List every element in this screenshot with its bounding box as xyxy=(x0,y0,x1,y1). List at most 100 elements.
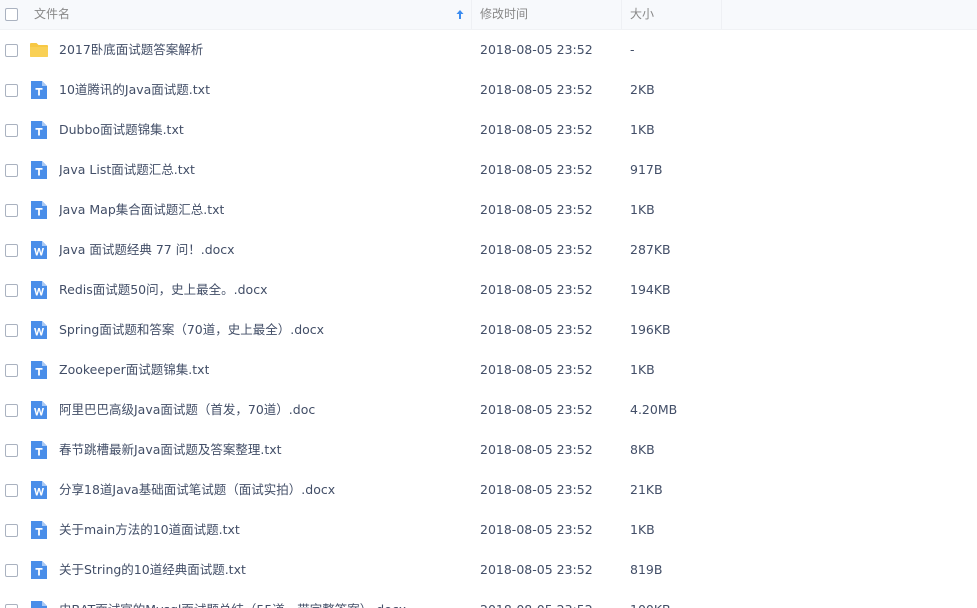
row-checkbox[interactable] xyxy=(5,244,18,257)
folder-icon xyxy=(29,40,49,60)
row-checkbox[interactable] xyxy=(5,204,18,217)
file-row[interactable]: Java List面试题汇总.txt 2018-08-05 23:52 917B xyxy=(0,150,977,190)
file-name-link[interactable]: 关于main方法的10道面试题.txt xyxy=(59,510,240,550)
word-file-icon xyxy=(29,320,49,340)
file-name-link[interactable]: 分享18道Java基础面试笔试题（面试实拍）.docx xyxy=(59,470,335,510)
file-row[interactable]: Java 面试题经典 77 问！.docx 2018-08-05 23:52 287… xyxy=(0,230,977,270)
list-header: 文件名 修改时间 大小 xyxy=(0,0,977,30)
file-size: 2KB xyxy=(630,82,655,97)
file-name-link[interactable]: 春节跳槽最新Java面试题及答案整理.txt xyxy=(59,430,282,470)
select-all-checkbox[interactable] xyxy=(5,8,18,21)
txt-file-icon xyxy=(29,560,49,580)
file-row[interactable]: Zookeeper面试题锦集.txt 2018-08-05 23:52 1KB xyxy=(0,350,977,390)
file-modified-time: 2018-08-05 23:52 xyxy=(480,442,593,457)
txt-file-icon xyxy=(29,440,49,460)
txt-file-icon xyxy=(29,160,49,180)
row-checkbox[interactable] xyxy=(5,84,18,97)
file-size: 1KB xyxy=(630,122,655,137)
file-size: 4.20MB xyxy=(630,402,678,417)
file-size: 100KB xyxy=(630,590,671,608)
txt-file-icon xyxy=(29,520,49,540)
file-row[interactable]: Java Map集合面试题汇总.txt 2018-08-05 23:52 1KB xyxy=(0,190,977,230)
row-checkbox[interactable] xyxy=(5,564,18,577)
file-row[interactable]: 关于String的10道经典面试题.txt 2018-08-05 23:52 819… xyxy=(0,550,977,590)
file-modified-time: 2018-08-05 23:52 xyxy=(480,202,593,217)
txt-file-icon xyxy=(29,360,49,380)
row-checkbox[interactable] xyxy=(5,164,18,177)
file-name-link[interactable]: 史BAT面试官的Mysql面试题总结（55道，带完整答案）.docx xyxy=(59,590,406,608)
txt-file-icon xyxy=(29,200,49,220)
file-row[interactable]: 春节跳槽最新Java面试题及答案整理.txt 2018-08-05 23:52 8K… xyxy=(0,430,977,470)
file-row[interactable]: 关于main方法的10道面试题.txt 2018-08-05 23:52 1KB xyxy=(0,510,977,550)
row-checkbox[interactable] xyxy=(5,404,18,417)
file-size: - xyxy=(630,42,635,57)
column-header-time-label: 修改时间 xyxy=(480,7,529,21)
sort-ascending-icon[interactable] xyxy=(455,9,465,20)
file-modified-time: 2018-08-05 23:52 xyxy=(480,42,593,57)
file-size: 8KB xyxy=(630,442,655,457)
file-size: 1KB xyxy=(630,362,655,377)
file-name-link[interactable]: 10道腾讯的Java面试题.txt xyxy=(59,70,210,110)
row-checkbox[interactable] xyxy=(5,284,18,297)
file-name-link[interactable]: Java List面试题汇总.txt xyxy=(59,150,195,190)
file-modified-time: 2018-08-05 23:52 xyxy=(480,162,593,177)
file-modified-time: 2018-08-05 23:52 xyxy=(480,362,593,377)
file-row[interactable]: 2017卧底面试题答案解析 2018-08-05 23:52 - xyxy=(0,30,977,70)
file-name-link[interactable]: Spring面试题和答案（70道，史上最全）.docx xyxy=(59,310,324,350)
file-rows: 2017卧底面试题答案解析 2018-08-05 23:52 - 10道腾讯的Java… xyxy=(0,30,977,608)
row-checkbox[interactable] xyxy=(5,124,18,137)
file-name-link[interactable]: Java 面试题经典 77 问！.docx xyxy=(59,230,235,270)
file-name-link[interactable]: 2017卧底面试题答案解析 xyxy=(59,30,203,70)
file-name-link[interactable]: 关于String的10道经典面试题.txt xyxy=(59,550,246,590)
file-modified-time: 2018-08-05 23:52 xyxy=(480,242,593,257)
file-row[interactable]: 史BAT面试官的Mysql面试题总结（55道，带完整答案）.docx 2018-0… xyxy=(0,590,977,608)
file-row[interactable]: Redis面试题50问，史上最全。.docx 2018-08-05 23:52 19… xyxy=(0,270,977,310)
row-checkbox[interactable] xyxy=(5,444,18,457)
file-size: 194KB xyxy=(630,282,671,297)
file-modified-time: 2018-08-05 23:52 xyxy=(480,590,593,608)
file-name-link[interactable]: Zookeeper面试题锦集.txt xyxy=(59,350,209,390)
word-file-icon xyxy=(29,280,49,300)
file-row[interactable]: Dubbo面试题锦集.txt 2018-08-05 23:52 1KB xyxy=(0,110,977,150)
file-list: 文件名 修改时间 大小 2017卧底面试题答案解析 2018-08-05 23:5… xyxy=(0,0,977,608)
file-row[interactable]: 阿里巴巴高级Java面试题（首发，70道）.doc 2018-08-05 23:5… xyxy=(0,390,977,430)
file-row[interactable]: Spring面试题和答案（70道，史上最全）.docx 2018-08-05 23… xyxy=(0,310,977,350)
column-header-name-label: 文件名 xyxy=(34,7,71,21)
file-modified-time: 2018-08-05 23:52 xyxy=(480,322,593,337)
file-row[interactable]: 分享18道Java基础面试笔试题（面试实拍）.docx 2018-08-05 23… xyxy=(0,470,977,510)
file-size: 917B xyxy=(630,162,663,177)
column-header-size[interactable]: 大小 xyxy=(622,0,722,29)
word-file-icon xyxy=(29,400,49,420)
file-modified-time: 2018-08-05 23:52 xyxy=(480,482,593,497)
file-name-link[interactable]: 阿里巴巴高级Java面试题（首发，70道）.doc xyxy=(59,390,315,430)
word-file-icon xyxy=(29,600,49,608)
column-header-name[interactable]: 文件名 xyxy=(0,0,472,29)
row-checkbox[interactable] xyxy=(5,484,18,497)
file-size: 1KB xyxy=(630,202,655,217)
file-size: 21KB xyxy=(630,482,663,497)
file-size: 1KB xyxy=(630,522,655,537)
file-name-link[interactable]: Java Map集合面试题汇总.txt xyxy=(59,190,224,230)
word-file-icon xyxy=(29,240,49,260)
file-modified-time: 2018-08-05 23:52 xyxy=(480,282,593,297)
file-size: 287KB xyxy=(630,242,671,257)
column-header-time[interactable]: 修改时间 xyxy=(472,0,622,29)
file-modified-time: 2018-08-05 23:52 xyxy=(480,402,593,417)
file-name-link[interactable]: Redis面试题50问，史上最全。.docx xyxy=(59,270,267,310)
row-checkbox[interactable] xyxy=(5,364,18,377)
file-modified-time: 2018-08-05 23:52 xyxy=(480,122,593,137)
txt-file-icon xyxy=(29,120,49,140)
row-checkbox[interactable] xyxy=(5,324,18,337)
file-row[interactable]: 10道腾讯的Java面试题.txt 2018-08-05 23:52 2KB xyxy=(0,70,977,110)
file-modified-time: 2018-08-05 23:52 xyxy=(480,82,593,97)
word-file-icon xyxy=(29,480,49,500)
file-size: 196KB xyxy=(630,322,671,337)
file-modified-time: 2018-08-05 23:52 xyxy=(480,562,593,577)
row-checkbox[interactable] xyxy=(5,604,18,608)
file-size: 819B xyxy=(630,562,663,577)
txt-file-icon xyxy=(29,80,49,100)
row-checkbox[interactable] xyxy=(5,524,18,537)
file-name-link[interactable]: Dubbo面试题锦集.txt xyxy=(59,110,184,150)
row-checkbox[interactable] xyxy=(5,44,18,57)
file-modified-time: 2018-08-05 23:52 xyxy=(480,522,593,537)
